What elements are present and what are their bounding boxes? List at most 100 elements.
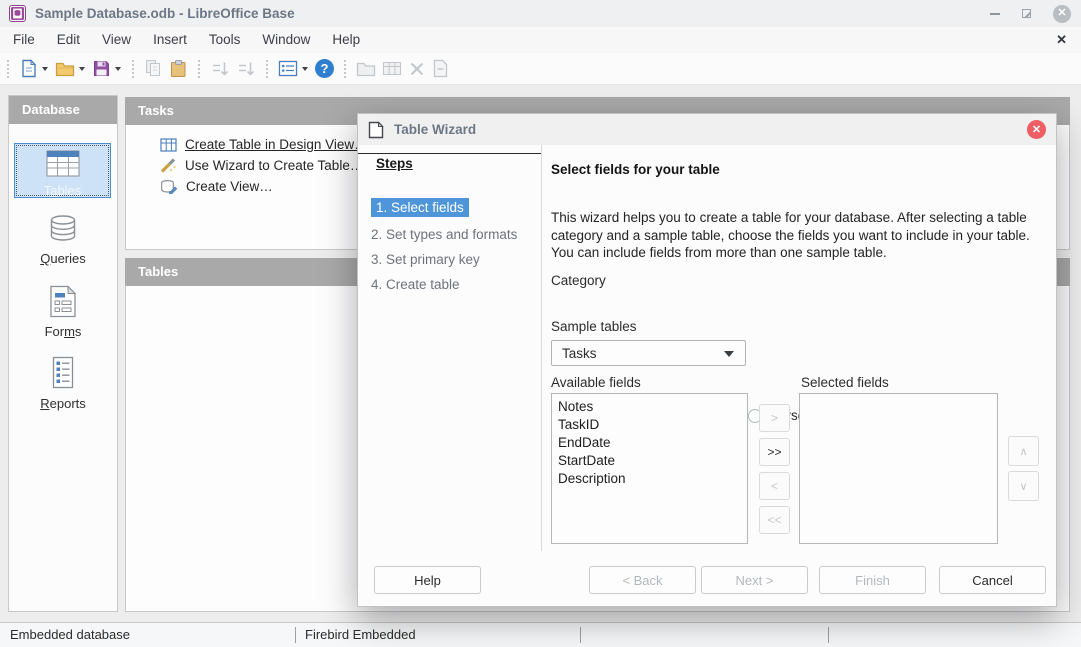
available-fields-label: Available fields (551, 375, 641, 390)
move-one-left-button: < (759, 472, 790, 500)
reports-icon (49, 356, 77, 390)
menu-tools[interactable]: Tools (198, 27, 252, 53)
document-icon (432, 59, 449, 78)
wizard-icon (160, 158, 177, 173)
table-wizard-dialog: Table Wizard ✕ Steps 1. Select fields 2.… (357, 113, 1057, 607)
toolbar-grip-icon (198, 60, 200, 78)
step-create-table: 4. Create table (371, 277, 460, 292)
open-icon (55, 60, 75, 78)
sample-tables-dropdown[interactable]: Tasks (551, 340, 746, 366)
form-navigator-dropdown-icon[interactable] (302, 67, 308, 71)
chevron-down-icon (724, 351, 734, 357)
design-table-icon (160, 138, 177, 152)
steps-header: Steps (376, 156, 413, 171)
sort-descending-button (233, 56, 259, 82)
toolbar: ? (0, 53, 1081, 85)
menu-window[interactable]: Window (251, 27, 321, 53)
libreoffice-base-icon (9, 5, 26, 22)
selected-fields-listbox[interactable] (799, 393, 998, 544)
help-button[interactable]: ? (312, 56, 337, 82)
next-button: Next > (701, 566, 808, 594)
move-up-button: ∧ (1008, 436, 1039, 466)
toolbar-grip-icon (132, 60, 134, 78)
sidebar-item-forms[interactable]: Forms (9, 285, 117, 339)
toolbar-grip-icon (7, 60, 9, 78)
list-item[interactable]: StartDate (552, 452, 747, 470)
forms-icon (48, 285, 78, 318)
status-separator (580, 627, 581, 643)
queries-icon (44, 213, 82, 245)
create-view-icon (160, 179, 178, 194)
new-document-dropdown-icon[interactable] (42, 67, 48, 71)
move-all-left-button: << (759, 506, 790, 534)
save-button[interactable] (89, 56, 114, 82)
close-icon[interactable]: ✕ (1053, 5, 1071, 23)
sort-ascending-button (207, 56, 233, 82)
new-document-button[interactable] (16, 56, 41, 82)
sidebar-item-label: Queries (9, 251, 117, 266)
menu-edit[interactable]: Edit (46, 27, 91, 53)
step-select-fields[interactable]: 1. Select fields (371, 198, 469, 217)
available-fields-listbox[interactable]: Notes TaskID EndDate StartDate Descripti… (551, 393, 748, 544)
step-set-types-formats: 2. Set types and formats (371, 227, 517, 242)
help-button[interactable]: Help (374, 566, 481, 594)
list-item[interactable]: Description (552, 470, 747, 488)
dialog-titlebar: Table Wizard (358, 114, 1056, 145)
open-database-object-button (353, 56, 379, 82)
statusbar: Embedded database Firebird Embedded (0, 622, 1081, 647)
paste-button[interactable] (166, 56, 191, 82)
save-icon (92, 59, 111, 78)
copy-icon (144, 59, 163, 78)
open-button[interactable] (52, 56, 78, 82)
menu-file[interactable]: File (2, 27, 46, 53)
step-set-primary-key: 3. Set primary key (371, 252, 480, 267)
menu-help[interactable]: Help (321, 27, 371, 53)
task-label: Use Wizard to Create Table… (185, 158, 363, 173)
list-item[interactable]: Notes (552, 398, 747, 416)
cancel-button[interactable]: Cancel (939, 566, 1046, 594)
save-dropdown-icon[interactable] (115, 67, 121, 71)
move-one-right-button: > (759, 404, 790, 432)
sidebar-item-reports[interactable]: Reports (9, 356, 117, 411)
category-label: Category (551, 273, 606, 288)
new-document-icon (19, 59, 38, 78)
tables-icon (43, 148, 83, 179)
list-item[interactable]: EndDate (552, 434, 747, 452)
back-button: < Back (589, 566, 696, 594)
document-button (429, 56, 452, 82)
move-all-right-button[interactable]: >> (759, 438, 790, 466)
form-navigator-icon (278, 60, 298, 77)
move-down-button: ∨ (1008, 471, 1039, 501)
open-dropdown-icon[interactable] (79, 67, 85, 71)
sidebar-item-label: Reports (9, 396, 117, 411)
status-separator (828, 627, 829, 643)
dialog-heading: Select fields for your table (551, 162, 720, 177)
steps-divider (541, 145, 542, 551)
finish-button: Finish (819, 566, 926, 594)
sort-ascending-icon (210, 60, 230, 78)
list-item[interactable]: TaskID (552, 416, 747, 434)
database-panel-header: Database (9, 96, 117, 124)
sidebar-item-tables[interactable]: Tables (14, 143, 111, 198)
form-navigator-button[interactable] (275, 56, 301, 82)
open-database-object-icon (356, 60, 376, 78)
minimize-icon[interactable] (990, 13, 1000, 15)
sample-tables-label: Sample tables (551, 319, 637, 334)
window-title: Sample Database.odb - LibreOffice Base (35, 6, 295, 21)
dialog-title: Table Wizard (394, 122, 476, 137)
menu-view[interactable]: View (91, 27, 142, 53)
help-icon: ? (315, 59, 334, 78)
status-driver: Firebird Embedded (295, 623, 416, 647)
sidebar-item-queries[interactable]: Queries (9, 213, 117, 266)
table-button (379, 56, 405, 82)
dialog-close-icon[interactable]: ✕ (1027, 120, 1046, 139)
menu-insert[interactable]: Insert (142, 27, 198, 53)
sort-descending-icon (236, 60, 256, 78)
toolbar-grip-icon (266, 60, 268, 78)
close-document-icon[interactable]: ✕ (1056, 27, 1067, 53)
sidebar-item-label: Forms (9, 324, 117, 339)
delete-button (405, 56, 429, 82)
window-titlebar: Sample Database.odb - LibreOffice Base ✕ (0, 0, 1081, 27)
toolbar-grip-icon (344, 60, 346, 78)
restore-icon[interactable] (1022, 9, 1031, 18)
